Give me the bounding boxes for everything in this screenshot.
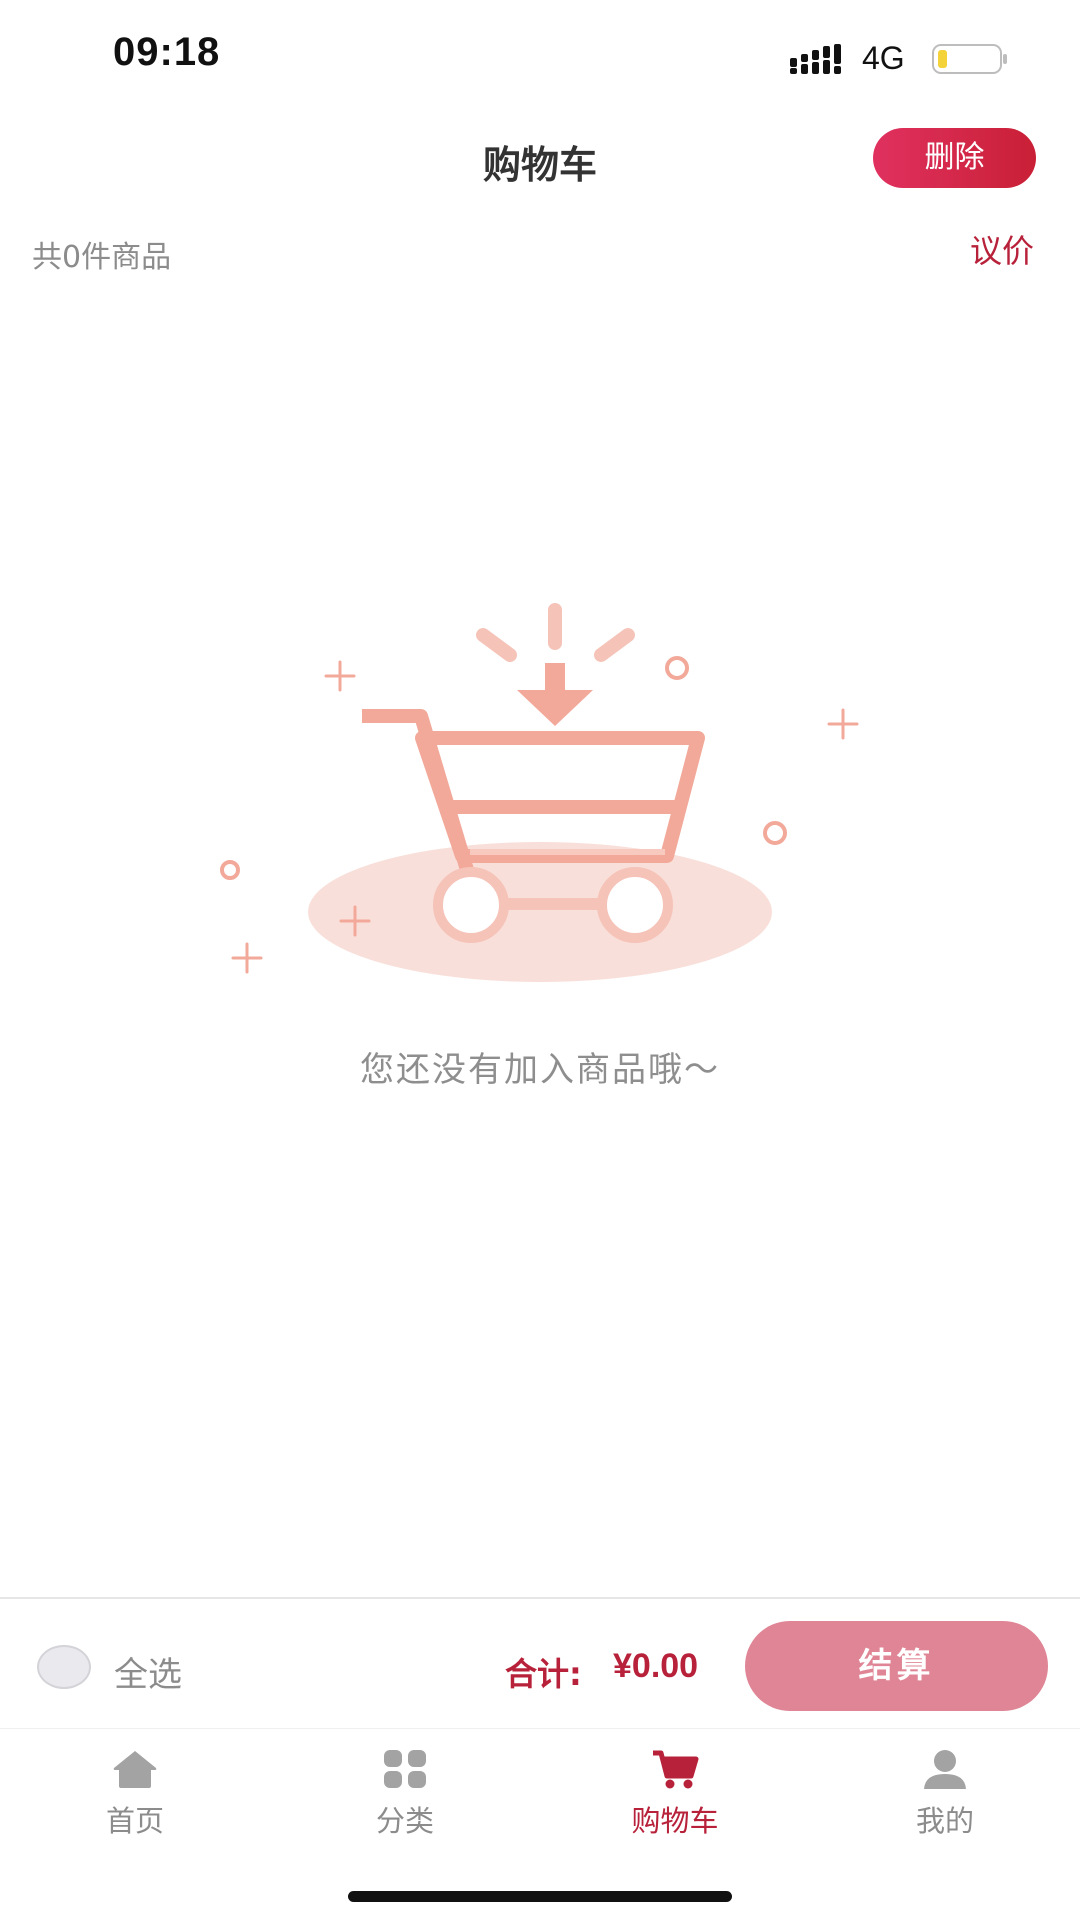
category-icon bbox=[384, 1750, 426, 1788]
checkout-bar: 全选 合计: ¥0.00 结算 bbox=[0, 1597, 1080, 1729]
cart-icon bbox=[653, 1750, 699, 1789]
home-indicator[interactable] bbox=[348, 1891, 732, 1902]
signal-bars-icon bbox=[790, 44, 841, 74]
select-all-label[interactable]: 全选 bbox=[114, 1647, 182, 1696]
checkout-button[interactable]: 结算 bbox=[745, 1621, 1048, 1711]
tab-label: 首页 bbox=[105, 1804, 164, 1838]
total-label: 合计: bbox=[505, 1655, 582, 1693]
tab-home[interactable]: 首页 bbox=[0, 1730, 270, 1850]
tab-mine[interactable]: 我的 bbox=[810, 1730, 1080, 1850]
user-icon bbox=[924, 1750, 966, 1789]
empty-message: 您还没有加入商品哦～ bbox=[360, 1050, 720, 1090]
tab-label: 分类 bbox=[375, 1804, 434, 1838]
header: 购物车 删除 bbox=[0, 110, 1080, 215]
total-amount: ¥0.00 bbox=[613, 1647, 699, 1685]
network-label: 4G bbox=[862, 40, 905, 76]
tab-cart[interactable]: 购物车 bbox=[540, 1730, 810, 1850]
delete-button[interactable]: 删除 bbox=[873, 128, 1036, 188]
tab-bar: 首页 分类 购物车 我的 bbox=[0, 1730, 1080, 1850]
tab-label: 我的 bbox=[915, 1804, 974, 1838]
tab-category[interactable]: 分类 bbox=[270, 1730, 540, 1850]
item-count: 共0件商品 bbox=[32, 240, 172, 275]
home-icon bbox=[113, 1751, 157, 1788]
select-all-checkbox[interactable] bbox=[37, 1645, 91, 1689]
negotiate-link[interactable]: 议价 bbox=[970, 226, 1034, 272]
battery-low-icon bbox=[932, 44, 1007, 74]
status-time: 09:18 bbox=[113, 30, 221, 74]
empty-cart-icon bbox=[220, 603, 859, 982]
tab-label: 购物车 bbox=[631, 1804, 719, 1838]
status-bar: 09:18 4G bbox=[0, 0, 1080, 110]
